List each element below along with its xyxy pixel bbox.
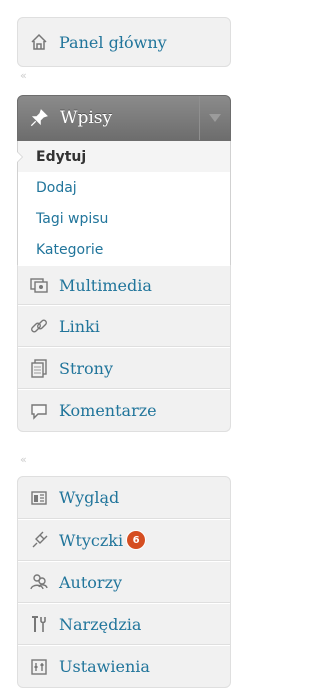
menu-item-appearance[interactable]: Wygląd — [18, 477, 230, 519]
menu-separator[interactable]: « — [17, 70, 231, 82]
menu-item-settings[interactable]: Ustawienia — [18, 645, 230, 687]
menu-item-comments[interactable]: Komentarze — [18, 389, 230, 431]
pages-icon — [28, 357, 50, 379]
submenu-item-edit[interactable]: Edytuj — [17, 141, 230, 172]
appearance-icon — [28, 487, 50, 509]
menu-item-links[interactable]: Linki — [18, 305, 230, 347]
menu-item-label: Ustawienia — [59, 657, 150, 676]
content-menu-panel: Multimedia Linki Strony Komentarze — [17, 265, 231, 432]
submenu-item-categories[interactable]: Kategorie — [18, 234, 230, 265]
menu-item-label: Strony — [59, 358, 114, 378]
collapse-arrows-icon: « — [20, 69, 27, 82]
pin-icon — [28, 107, 50, 129]
home-icon — [28, 31, 50, 53]
users-icon — [28, 571, 50, 593]
menu-item-media[interactable]: Multimedia — [18, 265, 230, 305]
submenu-item-add[interactable]: Dodaj — [18, 172, 230, 203]
menu-separator[interactable]: « — [17, 454, 231, 466]
tools-icon — [28, 613, 50, 635]
comment-icon — [28, 400, 50, 422]
menu-item-posts[interactable]: Wpisy — [17, 95, 231, 141]
menu-item-users[interactable]: Autorzy — [18, 561, 230, 603]
menu-item-label: Komentarze — [59, 401, 157, 420]
menu-item-label: Multimedia — [59, 275, 152, 295]
collapse-arrows-icon: « — [20, 453, 27, 466]
admin-menu-panel: Wygląd Wtyczki 6 Autorzy Narzędzia Ustaw… — [17, 476, 231, 688]
menu-item-pages[interactable]: Strony — [18, 347, 230, 389]
menu-item-label: Wtyczki — [59, 530, 124, 550]
link-icon — [28, 315, 50, 337]
settings-icon — [28, 656, 50, 678]
menu-item-dashboard[interactable]: Panel główny — [18, 18, 230, 66]
menu-item-label: Wpisy — [60, 108, 113, 128]
submenu-item-tags[interactable]: Tagi wpisu — [18, 203, 230, 234]
dashboard-panel: Panel główny — [17, 17, 231, 67]
menu-item-label: Autorzy — [59, 572, 123, 592]
menu-item-label: Narzędzia — [59, 614, 142, 634]
menu-item-tools[interactable]: Narzędzia — [18, 603, 230, 645]
media-icon — [28, 274, 50, 296]
update-count-badge: 6 — [127, 531, 146, 549]
plugin-icon — [28, 529, 50, 551]
submenu-toggle[interactable] — [199, 96, 230, 140]
chevron-down-icon — [209, 108, 221, 128]
menu-item-label: Panel główny — [59, 32, 167, 52]
menu-item-label: Linki — [59, 316, 100, 336]
menu-item-label: Wygląd — [59, 488, 120, 507]
posts-submenu: Edytuj Dodaj Tagi wpisu Kategorie — [17, 141, 231, 265]
menu-item-plugins[interactable]: Wtyczki 6 — [18, 519, 230, 561]
